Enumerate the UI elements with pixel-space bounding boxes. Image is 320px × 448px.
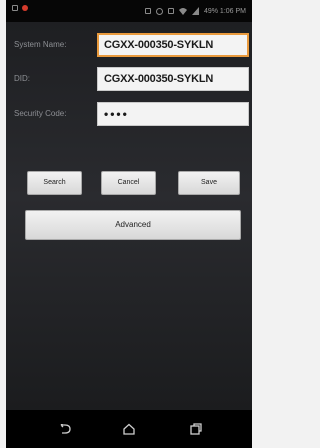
security-code-row: Security Code: ••••	[6, 102, 252, 128]
status-right: 49% 1:06 PM	[144, 7, 246, 15]
advanced-button[interactable]: Advanced	[25, 210, 241, 240]
alarm-icon	[155, 7, 163, 15]
vibrate-icon	[144, 8, 151, 14]
system-name-input[interactable]: CGXX-000350-SYKLN	[97, 33, 249, 57]
nfc-icon	[167, 8, 174, 14]
did-input[interactable]: CGXX-000350-SYKLN	[97, 67, 249, 91]
system-name-label: System Name:	[14, 40, 67, 49]
notification-icon	[12, 5, 18, 11]
record-icon	[22, 5, 28, 11]
recents-icon[interactable]	[187, 420, 205, 438]
wifi-icon	[178, 8, 187, 15]
phone-screen: 49% 1:06 PM System Name: CGXX-000350-SYK…	[6, 0, 252, 448]
settings-panel: System Name: CGXX-000350-SYKLN DID: CGXX…	[6, 22, 252, 410]
search-button[interactable]: Search	[27, 171, 82, 195]
status-left	[12, 5, 28, 11]
home-icon[interactable]	[120, 420, 138, 438]
did-row: DID: CGXX-000350-SYKLN	[6, 67, 252, 93]
security-code-label: Security Code:	[14, 109, 67, 118]
did-label: DID:	[14, 74, 30, 83]
back-icon[interactable]	[56, 420, 74, 438]
security-code-input[interactable]: ••••	[97, 102, 249, 126]
status-text: 49% 1:06 PM	[203, 7, 246, 15]
status-bar: 49% 1:06 PM	[6, 0, 252, 22]
system-name-row: System Name: CGXX-000350-SYKLN	[6, 33, 252, 59]
cancel-button[interactable]: Cancel	[101, 171, 156, 195]
navigation-bar	[6, 410, 252, 448]
save-button[interactable]: Save	[178, 171, 240, 195]
signal-icon	[191, 7, 199, 15]
